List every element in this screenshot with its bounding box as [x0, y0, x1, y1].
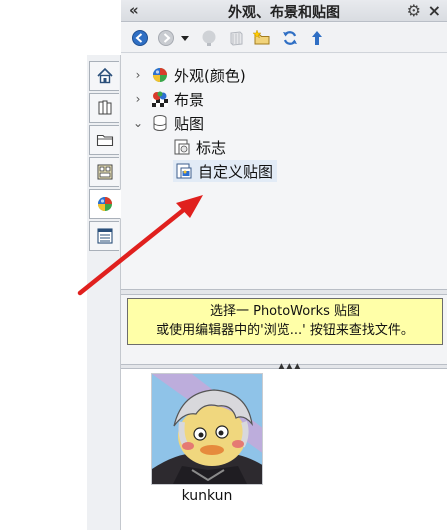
- tree-item-custom-decals[interactable]: 自定义贴图: [173, 160, 278, 182]
- appearance-ball-icon: [98, 197, 112, 211]
- add-part-button[interactable]: [226, 28, 246, 48]
- appearance-ball-icon: [202, 30, 216, 46]
- appearance-ball-icon: [151, 66, 169, 84]
- appearances-panel: « 外观、布景和贴图 ⚙ × › 外观(颜色) › 布景 ⌄ 贴图 标志 自定义…: [121, 0, 447, 530]
- up-folder-button[interactable]: [307, 28, 327, 48]
- forward-icon: [158, 30, 174, 46]
- home-icon: [96, 67, 113, 84]
- scene-icon: [151, 90, 169, 108]
- tree-item-label: 布景: [174, 90, 205, 109]
- tab-file-explorer[interactable]: [89, 125, 119, 155]
- decal-image: [152, 374, 262, 484]
- new-folder-icon: [253, 29, 270, 45]
- back-icon: [132, 30, 148, 46]
- tab-appearances[interactable]: [89, 189, 121, 219]
- tab-custom-properties[interactable]: [89, 221, 119, 251]
- back-button[interactable]: [130, 28, 150, 48]
- close-icon[interactable]: ×: [428, 1, 441, 20]
- gear-icon[interactable]: ⚙: [407, 1, 421, 20]
- library-books-icon: [98, 100, 111, 115]
- add-appearance-button[interactable]: [199, 28, 219, 48]
- task-pane-tabs: [87, 55, 121, 530]
- expand-icon[interactable]: ›: [131, 68, 145, 82]
- hint-line-1: 选择一 PhotoWorks 贴图: [209, 304, 361, 319]
- tab-view-palette[interactable]: [89, 157, 119, 187]
- tab-home[interactable]: [89, 61, 119, 91]
- refresh-button[interactable]: [280, 28, 300, 48]
- tree-item-label: 标志: [196, 138, 227, 157]
- folder-icon: [96, 134, 113, 147]
- custom-decal-folder-icon: [175, 162, 193, 180]
- view-palette-icon: [97, 164, 112, 180]
- decal-gallery: kunkun: [121, 369, 447, 530]
- new-folder-button[interactable]: [252, 28, 272, 48]
- tree-item-label: 贴图: [174, 114, 205, 133]
- panel-toolbar: [121, 23, 447, 53]
- pane-splitter-top[interactable]: [121, 289, 447, 295]
- collapse-icon[interactable]: ⌄: [131, 116, 145, 130]
- panel-title: 外观、布景和贴图: [228, 5, 340, 21]
- appearance-tree: › 外观(颜色) › 布景 ⌄ 贴图 标志 自定义贴图: [121, 54, 447, 290]
- decal-library-icon: [151, 114, 169, 132]
- refresh-icon: [283, 31, 297, 45]
- hint-line-2: 或使用编辑器中的'浏览...' 按钮来查找文件。: [156, 323, 414, 338]
- graphics-area: [0, 0, 87, 530]
- tree-item-label: 自定义贴图: [198, 162, 274, 181]
- tree-item-decals[interactable]: ⌄ 贴图: [131, 112, 204, 134]
- tree-item-logos[interactable]: 标志: [173, 136, 226, 158]
- dropdown-icon: [181, 36, 189, 41]
- tree-item-label: 外观(颜色): [174, 66, 246, 85]
- tab-design-library[interactable]: [89, 93, 119, 123]
- forward-button[interactable]: [156, 28, 176, 48]
- history-dropdown-button[interactable]: [179, 28, 191, 48]
- tree-item-scenes[interactable]: › 布景: [131, 88, 204, 110]
- up-folder-icon: [312, 31, 322, 45]
- logo-folder-icon: [173, 138, 191, 156]
- hint-box: 选择一 PhotoWorks 贴图 或使用编辑器中的'浏览...' 按钮来查找文…: [127, 298, 443, 345]
- part-icon: [230, 31, 243, 46]
- decal-caption: kunkun: [181, 488, 233, 504]
- expand-icon[interactable]: ›: [131, 92, 145, 106]
- tree-item-appearances[interactable]: › 外观(颜色): [131, 64, 246, 86]
- panel-titlebar: « 外观、布景和贴图 ⚙ ×: [121, 0, 447, 22]
- decal-thumbnail[interactable]: [151, 373, 263, 485]
- properties-list-icon: [96, 228, 113, 244]
